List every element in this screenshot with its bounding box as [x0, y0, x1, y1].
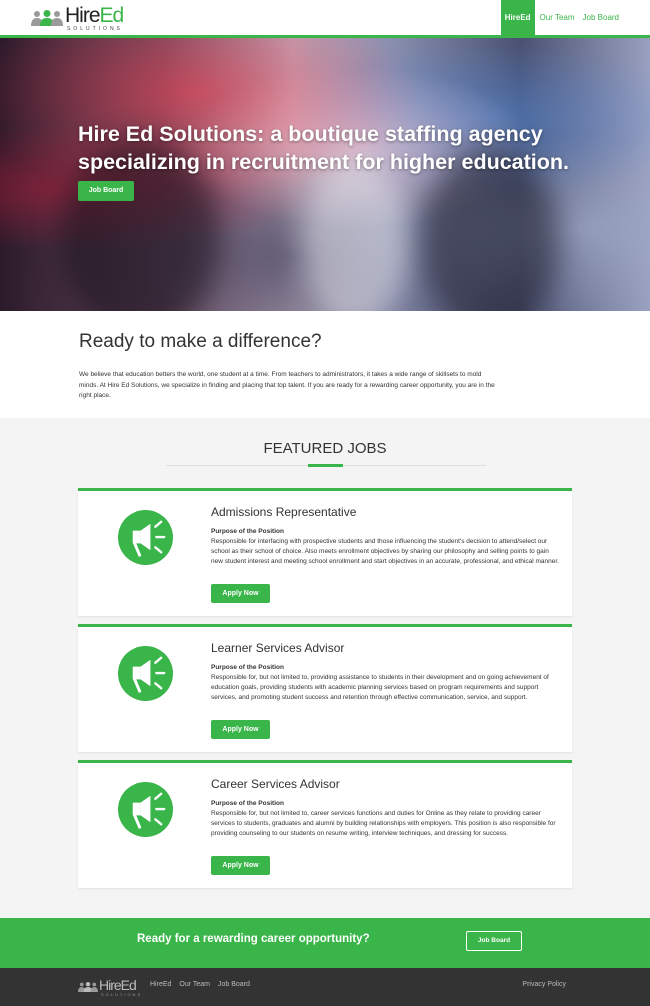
footer-nav: HireEd Our Team Job Board — [150, 981, 258, 988]
job-title: Learner Services Advisor — [211, 641, 345, 655]
people-icon — [78, 982, 98, 992]
job-title: Admissions Representative — [211, 505, 357, 519]
footer-logo-word-ed: Ed — [120, 977, 137, 993]
footer-logo-word-hire: Hire — [99, 977, 122, 993]
footer-logo-wordmark: HireEd — [99, 977, 137, 993]
job-subtitle: Purpose of the Position — [211, 528, 284, 535]
nav-item-our-team[interactable]: Our Team — [537, 0, 578, 36]
logo-subtitle: SOLUTIONS — [67, 26, 123, 32]
about-body: We believe that education betters the wo… — [79, 371, 495, 399]
hero-banner: Hire Ed Solutions: a boutique staffing a… — [0, 38, 650, 311]
cta-band: Ready for a rewarding career opportunity… — [0, 918, 650, 968]
site-header: HireEd SOLUTIONS HireEd Our Team Job Boa… — [0, 0, 650, 38]
cta-text: Ready for a rewarding career opportunity… — [137, 933, 370, 945]
job-description: Responsible for interfacing with prospec… — [211, 538, 559, 565]
job-title: Career Services Advisor — [211, 777, 340, 791]
job-card: Admissions Representative Purpose of the… — [78, 488, 572, 616]
job-subtitle: Purpose of the Position — [211, 800, 284, 807]
job-subtitle: Purpose of the Position — [211, 664, 284, 671]
footer-logo[interactable]: HireEd SOLUTIONS — [78, 977, 148, 997]
megaphone-icon — [117, 781, 174, 838]
apply-now-button[interactable]: Apply Now — [211, 720, 270, 739]
main-nav: HireEd Our Team Job Board — [499, 0, 622, 36]
people-icon — [31, 10, 63, 26]
hero-title: Hire Ed Solutions: a boutique staffing a… — [78, 122, 569, 174]
featured-jobs-heading: FEATURED JOBS — [263, 440, 387, 457]
privacy-policy-link[interactable]: Privacy Policy — [522, 981, 566, 988]
cta-job-board-button[interactable]: Job Board — [466, 931, 522, 951]
nav-item-hireed[interactable]: HireEd — [500, 0, 535, 36]
hero-background-blur — [300, 158, 410, 311]
logo-wordmark: HireEd — [65, 4, 125, 27]
logo-word-ed: Ed — [99, 4, 125, 27]
job-card: Career Services Advisor Purpose of the P… — [78, 760, 572, 888]
site-footer: HireEd SOLUTIONS HireEd Our Team Job Boa… — [0, 968, 650, 1006]
footer-logo-subtitle: SOLUTIONS — [101, 992, 143, 997]
apply-now-button[interactable]: Apply Now — [211, 584, 270, 603]
featured-jobs-section: FEATURED JOBS Admissions Representative … — [0, 418, 650, 918]
nav-item-job-board[interactable]: Job Board — [580, 0, 622, 36]
site-logo[interactable]: HireEd SOLUTIONS — [31, 4, 131, 32]
divider-accent — [308, 464, 343, 467]
megaphone-icon — [117, 645, 174, 702]
job-card: Learner Services Advisor Purpose of the … — [78, 624, 572, 752]
job-description: Responsible for, but not limited to, pro… — [211, 674, 549, 701]
footer-nav-hireed[interactable]: HireEd — [150, 981, 171, 988]
logo-word-hire: Hire — [65, 4, 101, 27]
job-description: Responsible for, but not limited to, car… — [211, 810, 556, 837]
megaphone-icon — [117, 509, 174, 566]
apply-now-button[interactable]: Apply Now — [211, 856, 270, 875]
about-section: Ready to make a difference? We believe t… — [0, 311, 650, 418]
footer-nav-job-board[interactable]: Job Board — [218, 981, 250, 988]
about-heading: Ready to make a difference? — [79, 331, 322, 352]
hero-job-board-button[interactable]: Job Board — [78, 181, 134, 201]
footer-nav-our-team[interactable]: Our Team — [179, 981, 210, 988]
